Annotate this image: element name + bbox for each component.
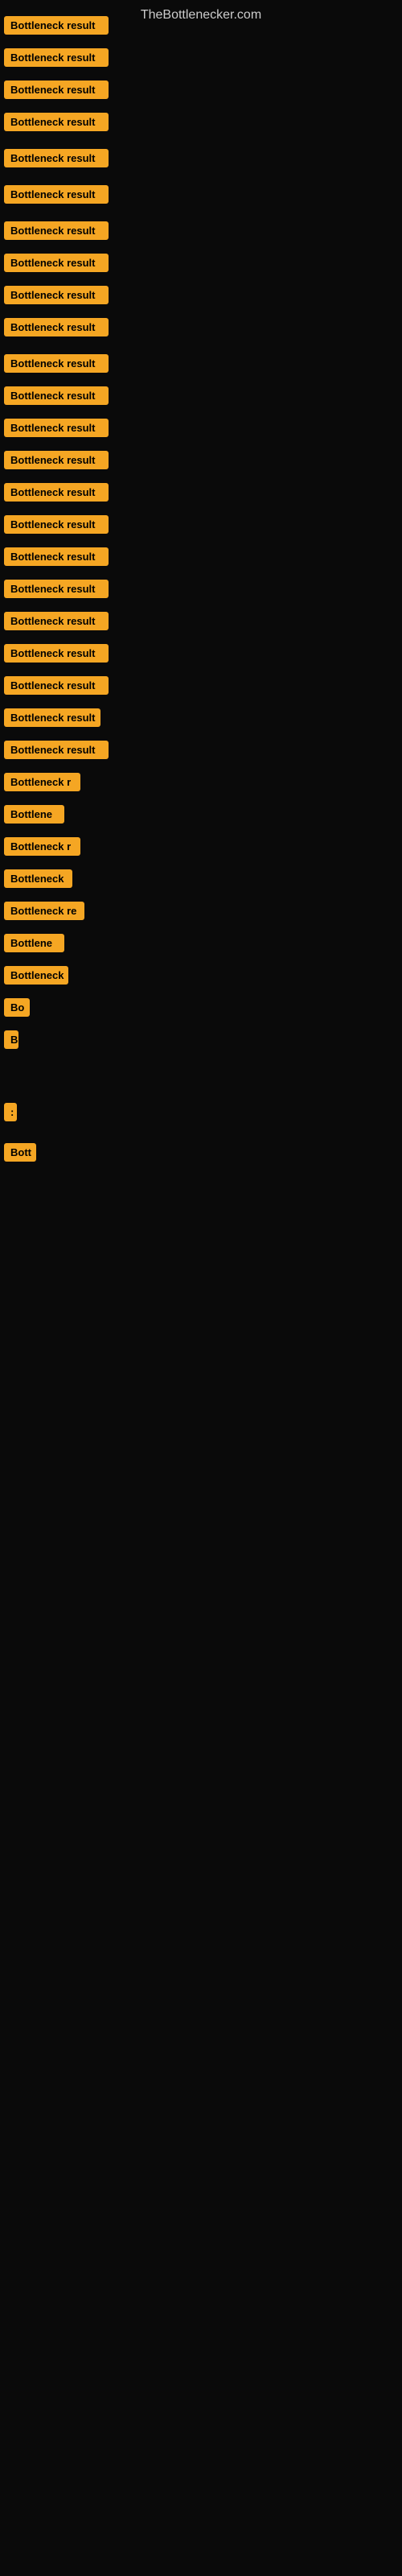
bottleneck-result-label: Bottlene — [4, 805, 64, 824]
bottleneck-result-label: Bottleneck result — [4, 612, 109, 630]
bottleneck-result-label: Bottleneck re — [4, 902, 84, 920]
bottleneck-result-label: Bottleneck result — [4, 386, 109, 405]
bottleneck-result-label: Bottleneck result — [4, 419, 109, 437]
bottleneck-result-label: Bottleneck — [4, 966, 68, 985]
bottleneck-result-label: Bottleneck result — [4, 113, 109, 131]
bottleneck-result-label: Bottleneck — [4, 869, 72, 888]
bottleneck-result-label: Bottleneck r — [4, 773, 80, 791]
bottleneck-result-label: Bottleneck result — [4, 149, 109, 167]
bottleneck-result-label: Bottleneck result — [4, 676, 109, 695]
bottleneck-result-label: Bottleneck result — [4, 515, 109, 534]
bottleneck-result-label: Bottleneck result — [4, 354, 109, 373]
bottleneck-result-label: Bottleneck r — [4, 837, 80, 856]
bottleneck-result-label: Bott — [4, 1143, 36, 1162]
bottleneck-result-label: Bottlene — [4, 934, 64, 952]
bottleneck-result-label: Bottleneck result — [4, 547, 109, 566]
bottleneck-result-label: Bottleneck result — [4, 286, 109, 304]
bottleneck-result-label: Bottleneck result — [4, 580, 109, 598]
bottleneck-result-label: Bottleneck result — [4, 483, 109, 502]
bottleneck-result-label: Bottleneck result — [4, 708, 100, 727]
bottleneck-result-label: Bottleneck result — [4, 16, 109, 35]
bottleneck-result-label: Bo — [4, 998, 30, 1017]
bottleneck-result-label: Bottleneck result — [4, 254, 109, 272]
bottleneck-result-label: Bottleneck result — [4, 451, 109, 469]
bottleneck-result-label: Bottleneck result — [4, 185, 109, 204]
bottleneck-result-label: Bottleneck result — [4, 221, 109, 240]
bottleneck-result-label: Bottleneck result — [4, 80, 109, 99]
bottleneck-result-label: : — [4, 1103, 17, 1121]
bottleneck-result-label: B — [4, 1030, 18, 1049]
bottleneck-result-label: Bottleneck result — [4, 644, 109, 663]
bottleneck-result-label: Bottleneck result — [4, 741, 109, 759]
bottleneck-result-label: Bottleneck result — [4, 318, 109, 336]
bottleneck-result-label: Bottleneck result — [4, 48, 109, 67]
